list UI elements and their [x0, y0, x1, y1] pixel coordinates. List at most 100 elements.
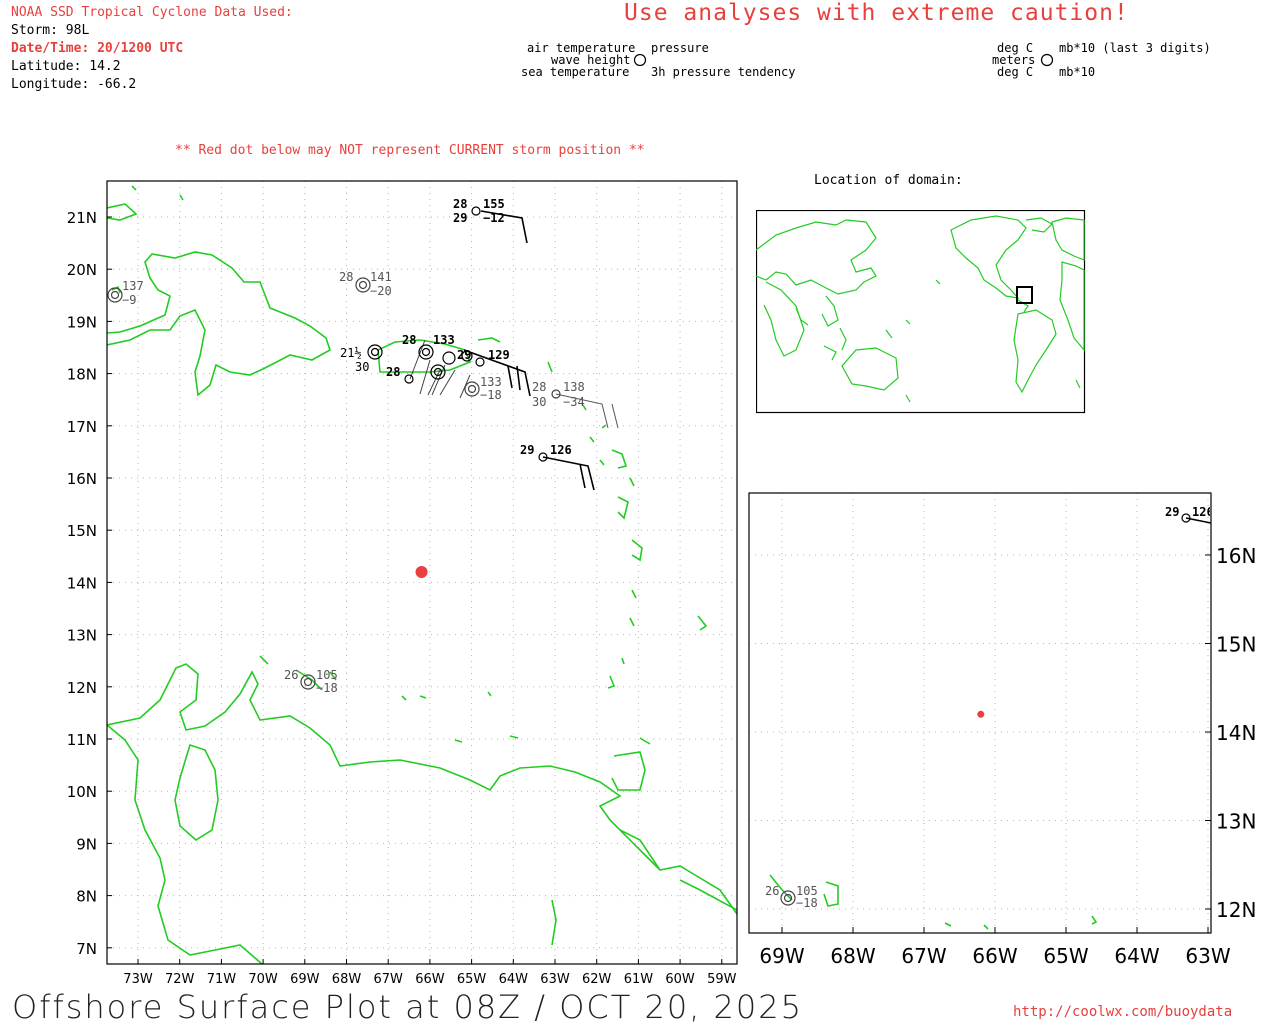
wind-barb — [542, 456, 595, 491]
lat-tick-label: 10N — [67, 783, 97, 801]
main-map-wind-barbs — [409, 210, 619, 491]
station-sea-temp: 30 — [532, 395, 547, 409]
grenadines-coast — [621, 657, 625, 665]
station-marker — [358, 280, 368, 290]
margarita-coast — [454, 739, 463, 743]
station-tendency: −34 — [563, 395, 585, 409]
zoom-station-pressure: 126 — [1192, 505, 1210, 519]
island — [589, 436, 595, 443]
martinique-coast — [631, 539, 643, 562]
lon-tick-label: 72W — [165, 972, 195, 987]
guadeloupe-coast — [611, 449, 628, 469]
station-air-temp: 28 — [386, 365, 401, 379]
zoom-map-station-markers — [780, 513, 1191, 906]
station-marker — [464, 381, 480, 397]
lon-tick-label: 63W — [1185, 944, 1230, 968]
lat-tick-label: 20N — [67, 261, 97, 279]
station-marker — [418, 344, 434, 360]
lon-tick-label: 62W — [582, 972, 612, 987]
island — [419, 695, 427, 699]
legend-unit-mb10: mb*10 — [1059, 65, 1096, 79]
lon-tick-label: 60W — [665, 972, 695, 987]
lat-tick-label: 11N — [67, 731, 97, 749]
lon-tick-label: 61W — [624, 972, 654, 987]
bonaire-coast — [823, 881, 839, 907]
zoom-station-tendency: −18 — [796, 896, 818, 910]
station-air-temp: 28 — [339, 270, 354, 284]
station-marker — [471, 206, 481, 216]
lake-maracaibo — [174, 743, 219, 841]
lat-tick-label: 8N — [76, 888, 97, 906]
virgin-islands-coast — [477, 337, 501, 343]
island — [599, 459, 605, 466]
main-map[interactable]: 73W 72W 71W 70W 69W 68W 67W 66W 65W 64W 63W 62W 61W 6… — [0, 0, 760, 1000]
aruba-coast — [259, 655, 269, 665]
station-pressure: 133 — [433, 333, 455, 347]
legend-unit-deg-c-2: deg C — [997, 65, 1034, 79]
station-sea-temp: 29 — [453, 211, 468, 225]
lon-tick-label: 69W — [759, 944, 804, 968]
river-coast — [551, 899, 557, 946]
island — [983, 924, 989, 930]
station-marker — [110, 290, 120, 300]
lat-tick-label: 12N — [1216, 898, 1256, 922]
station-marker — [107, 287, 123, 303]
guyana-coast — [679, 879, 737, 911]
lon-tick-label: 69W — [290, 972, 320, 987]
station-marker — [442, 351, 456, 365]
island — [944, 922, 952, 927]
station-marker — [404, 374, 414, 384]
lat-tick-label: 21N — [67, 209, 97, 227]
lon-tick-label: 67W — [901, 944, 946, 968]
lon-tick-label: 65W — [1043, 944, 1088, 968]
tobago-coast — [639, 737, 651, 745]
station-tendency: −20 — [370, 284, 392, 298]
station-air-temp: 28 — [402, 333, 417, 347]
lat-tick-label: 13N — [1216, 810, 1256, 834]
lon-tick-label: 70W — [248, 972, 278, 987]
world-inset-frame — [756, 210, 1086, 414]
st-vincent-coast — [629, 617, 635, 627]
barbados-coast — [697, 615, 708, 631]
zoom-map[interactable]: 69W 68W 67W 66W 65W 64W 63W 16N 15N 14N 13N 12N — [740, 480, 1280, 980]
main-map-tick-labels: 73W 72W 71W 70W 69W 68W 67W 66W 65W 64W 63W 62W 61W 6… — [67, 209, 737, 987]
st-lucia-coast — [631, 589, 637, 599]
lon-tick-label: 65W — [457, 972, 487, 987]
station-pressure: 126 — [550, 443, 572, 457]
station-tendency: −18 — [480, 388, 502, 402]
main-map-station-markers — [107, 206, 561, 690]
island — [487, 691, 492, 697]
lat-tick-label: 19N — [67, 313, 97, 331]
lon-tick-label: 63W — [540, 972, 570, 987]
cay-island — [179, 194, 184, 201]
lat-tick-label: 15N — [1216, 633, 1256, 657]
station-pressure: 129 — [488, 348, 510, 362]
island — [401, 695, 407, 701]
station-pressure: 137 — [122, 279, 144, 293]
grenada-coast — [607, 675, 616, 689]
world-inset-map[interactable] — [756, 210, 1086, 414]
station-marker — [355, 277, 371, 293]
lon-tick-label: 64W — [499, 972, 529, 987]
station-pressure: 155 — [483, 197, 505, 211]
source-link[interactable]: http://coolwx.com/buoydata — [1013, 1004, 1232, 1020]
station-pressure: 141 — [370, 270, 392, 284]
storm-position-dot[interactable] — [415, 565, 428, 578]
zoom-storm-position-dot[interactable] — [977, 710, 985, 718]
lon-tick-label: 66W — [972, 944, 1017, 968]
lon-tick-label: 66W — [415, 972, 445, 987]
station-air-temp: 29 — [457, 348, 472, 362]
station-pressure: 138 — [563, 380, 585, 394]
station-air-temp: 21½ — [340, 346, 362, 360]
zoom-map-coastlines — [769, 874, 1098, 930]
station-air-temp: 29 — [520, 443, 535, 457]
hispaniola-coast — [107, 251, 331, 397]
lat-tick-label: 14N — [1216, 721, 1256, 745]
lat-tick-label: 14N — [67, 574, 97, 592]
cuba-tip-coast — [107, 203, 138, 221]
station-marker — [421, 347, 431, 357]
station-tendency: −9 — [122, 293, 137, 307]
zoom-station-air-temp: 29 — [1165, 505, 1180, 519]
station-sea-temp: 30 — [355, 360, 370, 374]
lon-tick-label: 71W — [207, 972, 237, 987]
